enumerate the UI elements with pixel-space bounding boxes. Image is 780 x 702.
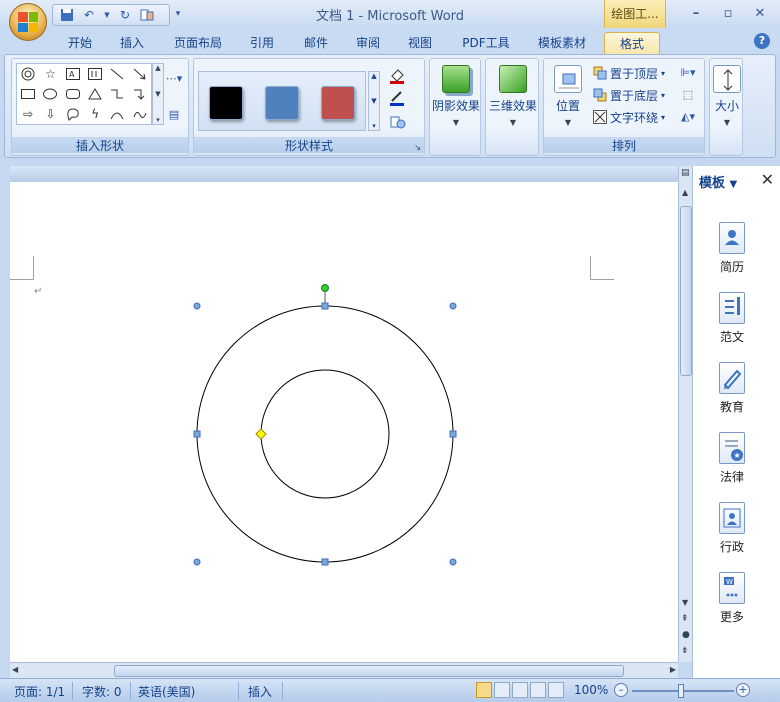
template-item-label: 法律: [719, 470, 744, 484]
zoom-in-icon[interactable]: +: [736, 683, 750, 697]
task-pane-title-text: 模板: [699, 176, 726, 191]
template-item-law[interactable]: ★ 法律: [705, 432, 759, 485]
scroll-right-icon[interactable]: ▶: [670, 665, 676, 674]
scroll-up-icon[interactable]: ▲: [682, 188, 688, 197]
language-indicator[interactable]: 英语(美国): [138, 683, 195, 700]
resize-handle-top-left[interactable]: [193, 302, 201, 310]
previous-page-icon[interactable]: ⇞: [681, 614, 689, 624]
draft-view-button[interactable]: [548, 682, 564, 698]
scroll-left-icon[interactable]: ◀: [12, 665, 18, 674]
sample-essay-icon: [719, 292, 745, 324]
task-pane-close-icon[interactable]: ✕: [761, 170, 774, 189]
template-item-admin[interactable]: 行政: [705, 502, 759, 555]
scroll-down-icon[interactable]: ▼: [682, 598, 688, 607]
svg-text:W: W: [726, 578, 733, 586]
resize-handle-top[interactable]: [321, 302, 329, 310]
education-icon: [719, 362, 745, 394]
status-separator: [130, 682, 131, 700]
vertical-scroll-thumb[interactable]: [680, 206, 692, 376]
next-page-icon[interactable]: ⇟: [681, 646, 689, 656]
template-item-sample-essay[interactable]: 范文: [705, 292, 759, 345]
ruler-toggle-icon[interactable]: ▤: [681, 168, 690, 178]
resize-handle-top-right[interactable]: [449, 302, 457, 310]
inner-circle: [260, 369, 390, 499]
zoom-out-icon[interactable]: –: [614, 683, 628, 697]
rotation-handle[interactable]: [321, 284, 329, 292]
zoom-slider-thumb[interactable]: [678, 684, 684, 698]
admin-icon: [719, 502, 745, 534]
adjust-handle[interactable]: [255, 428, 267, 440]
page-indicator[interactable]: 页面: 1/1: [14, 683, 65, 700]
horizontal-scroll-thumb[interactable]: [114, 665, 624, 677]
vertical-scrollbar[interactable]: ▤ ▲ ▼ ⇞ ● ⇟: [678, 166, 692, 662]
word-count[interactable]: 字数: 0: [82, 683, 122, 700]
template-item-label: 教育: [719, 400, 744, 414]
status-separator: [72, 682, 73, 700]
web-layout-view-button[interactable]: [512, 682, 528, 698]
task-pane-title: 模板 ▼: [699, 172, 737, 191]
law-icon: ★: [719, 432, 745, 464]
template-item-label: 更多: [719, 610, 744, 624]
outer-circle: [196, 305, 454, 563]
zoom-level[interactable]: 100%: [574, 683, 608, 697]
more-icon: W: [719, 572, 745, 604]
svg-text:★: ★: [734, 451, 741, 460]
office-button[interactable]: [9, 3, 47, 41]
donut-shape[interactable]: [196, 305, 454, 563]
template-item-label: 范文: [719, 330, 744, 344]
resize-handle-left[interactable]: [193, 430, 201, 438]
template-task-pane: 模板 ▼ ✕ 简历 范文 教育 ★ 法律 行政 W 更多: [692, 166, 780, 678]
resize-handle-right[interactable]: [449, 430, 457, 438]
resize-handle-bottom-right[interactable]: [449, 558, 457, 566]
template-item-more[interactable]: W 更多: [705, 572, 759, 625]
template-item-education[interactable]: 教育: [705, 362, 759, 415]
task-pane-menu-icon[interactable]: ▼: [730, 179, 738, 190]
resize-handle-bottom-left[interactable]: [193, 558, 201, 566]
canvas-overlay: [193, 284, 457, 566]
full-screen-reading-view-button[interactable]: [494, 682, 510, 698]
template-item-label: 行政: [719, 540, 744, 554]
outline-view-button[interactable]: [530, 682, 546, 698]
template-item-label: 简历: [719, 260, 744, 274]
status-bar: 页面: 1/1 字数: 0 英语(美国) 插入 100% – +: [0, 678, 780, 702]
template-item-resume[interactable]: 简历: [705, 222, 759, 275]
resume-icon: [719, 222, 745, 254]
status-separator: [238, 682, 239, 700]
print-layout-view-button[interactable]: [476, 682, 492, 698]
horizontal-scrollbar[interactable]: ◀ ▶: [10, 662, 678, 678]
resize-handle-bottom[interactable]: [321, 558, 329, 566]
select-browse-object-icon[interactable]: ●: [682, 630, 690, 640]
insert-mode-indicator[interactable]: 插入: [248, 683, 272, 700]
status-separator: [282, 682, 283, 700]
office-logo-icon: [18, 12, 38, 32]
